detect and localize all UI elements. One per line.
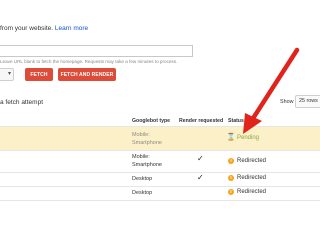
fetch-and-render-button[interactable]: FETCH AND RENDER [58, 68, 116, 81]
intro-text: from your website. Learn more [0, 25, 88, 32]
row-googlebot-type: Mobile: Smartphone [132, 153, 162, 169]
table-row[interactable]: Desktop ✓ ! Redirected [0, 173, 320, 186]
warning-icon: ! [228, 189, 234, 195]
hourglass-icon: ⌛ [226, 134, 236, 141]
row-divider [0, 200, 320, 201]
row-googlebot-type-line1: Mobile: [132, 154, 150, 160]
render-check-icon: ✓ [197, 173, 204, 182]
learn-more-link[interactable]: Learn more [55, 25, 88, 32]
row-googlebot-type: Desktop [132, 189, 152, 197]
column-header-googlebot-type[interactable]: Googlebot type [132, 118, 170, 124]
warning-icon: ! [228, 175, 234, 181]
table-row[interactable]: Desktop ! Redirected [0, 187, 320, 200]
row-googlebot-type-line1: Mobile: [132, 132, 150, 138]
row-googlebot-type-line2: Smartphone [132, 162, 162, 168]
row-status-text: Redirected [237, 175, 267, 181]
fetch-hint: Leave URL blank to fetch the homepage. R… [0, 59, 178, 64]
column-header-status[interactable]: Status [228, 118, 244, 124]
row-googlebot-type-line1: Desktop [132, 190, 153, 196]
row-googlebot-type: Mobile: Smartphone [132, 131, 162, 147]
row-status-text: Redirected [237, 189, 267, 195]
column-header-render-requested[interactable]: Render requested [179, 118, 223, 124]
row-status: ⌛ Pending [226, 134, 260, 141]
chevron-down-icon: ▾ [7, 71, 11, 77]
row-status-text: Redirected [237, 158, 267, 164]
intro-caption: from your website. [0, 25, 54, 32]
row-status-text: Pending [237, 135, 260, 141]
fetch-button[interactable]: FETCH [25, 68, 53, 81]
row-status: ! Redirected [228, 189, 266, 195]
rows-per-page-select[interactable]: 25 rows [295, 95, 320, 108]
row-googlebot-type-line2: Smartphone [132, 140, 162, 146]
table-row[interactable]: Mobile: Smartphone ⌛ Pending [0, 127, 320, 150]
googlebot-type-select[interactable]: ▾ [0, 68, 14, 81]
row-status: ! Redirected [228, 175, 266, 181]
render-check-icon: ✓ [197, 154, 204, 163]
table-row[interactable]: Mobile: Smartphone ✓ ! Redirected [0, 151, 320, 172]
row-googlebot-type-line1: Desktop [132, 176, 153, 182]
rows-per-page-value: 25 rows [299, 98, 318, 104]
url-input[interactable] [0, 45, 193, 57]
row-googlebot-type: Desktop [132, 175, 152, 183]
history-caption: a fetch attempt [0, 99, 43, 106]
row-status: ! Redirected [228, 158, 266, 164]
warning-icon: ! [228, 158, 234, 164]
show-label: Show [280, 99, 294, 105]
